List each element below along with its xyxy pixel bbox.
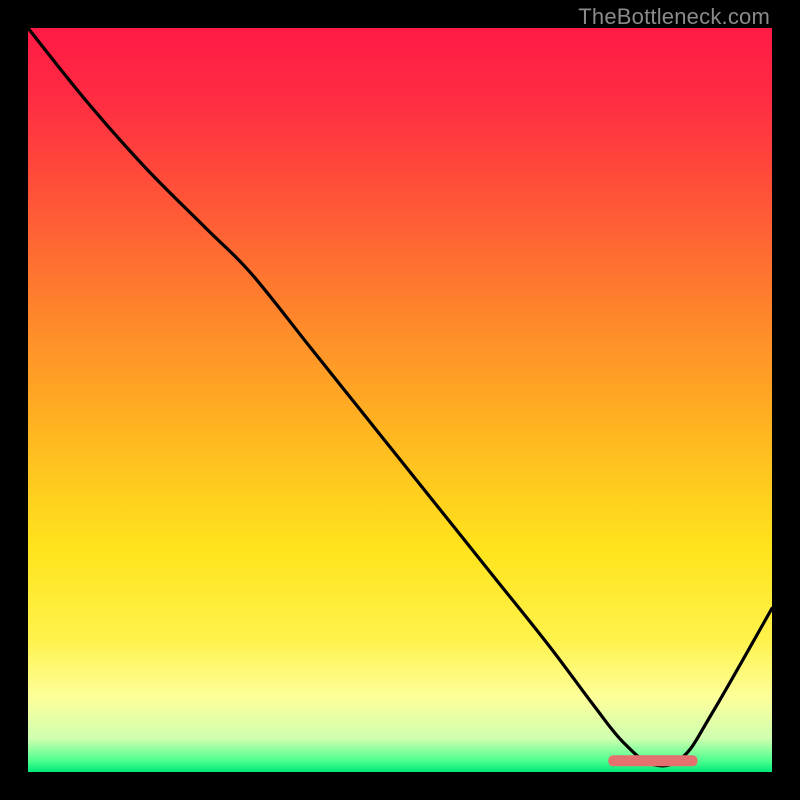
gradient-background: [28, 28, 772, 772]
watermark-text: TheBottleneck.com: [578, 4, 770, 30]
optimal-range-marker: [608, 755, 697, 766]
bottleneck-chart: [28, 28, 772, 772]
chart-frame: [28, 28, 772, 772]
